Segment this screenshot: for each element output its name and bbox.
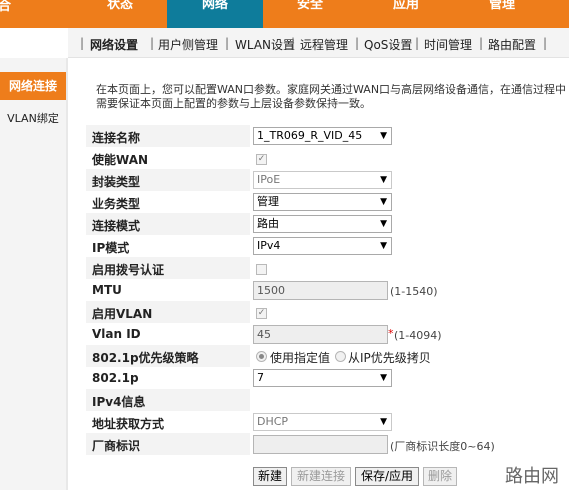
dropdown-arrow-icon: ▼ [380,373,387,383]
service-type-select[interactable]: 管理 ▼ [253,193,392,211]
save-apply-button[interactable]: 保存/应用 [355,467,419,486]
label-conn-mode: 连接模式 [92,219,141,233]
select-value: IPv4 [257,239,281,252]
priority-copy-radio[interactable] [335,351,346,362]
subnav-remote-mgmt[interactable]: 远程管理 [300,36,348,53]
sidebar-item-vlan-binding[interactable]: VLAN绑定 [0,110,66,126]
priority-copy-label: 从IP优先级拷贝 [348,351,431,365]
vlan-id-input[interactable]: 45 [253,325,388,344]
subnav-user-side[interactable]: 用户侧管理 [158,36,218,53]
label-ipv4-info: IPv4信息 [92,395,146,409]
tab-label: 安全 [296,0,323,12]
mtu-hint: (1-1540) [390,285,438,298]
vlan-id-hint: (1-4094) [394,329,442,342]
label-vendor-id: 厂商标识 [92,439,141,453]
select-value: DHCP [257,415,289,428]
value-cell [250,257,569,279]
label-dial-auth: 启用拨号认证 [92,263,165,277]
enable-vlan-checkbox[interactable]: ✓ [256,308,267,319]
subnav-separator: | [291,36,296,50]
label-enable-vlan: 启用VLAN [92,307,153,321]
conn-mode-select[interactable]: 路由 ▼ [253,215,392,233]
label-encap-type: 封装类型 [92,175,141,189]
select-value: 路由 [257,217,279,230]
label-vlan-id: Vlan ID [92,327,141,341]
subnav-separator: | [543,36,548,50]
dropdown-arrow-icon: ▼ [380,417,387,427]
vendor-id-hint: (厂商标识长度0~64) [390,440,495,453]
select-value: 1_TR069_R_VID_45 [257,129,363,142]
subnav-qos[interactable]: QoS设置 [364,36,412,53]
enable-wan-checkbox[interactable]: ✓ [256,154,267,165]
new-connection-button[interactable]: 新建连接 [291,467,351,486]
dial-auth-checkbox[interactable] [256,264,267,275]
dot1p-select[interactable]: 7 ▼ [253,369,392,387]
priority-specified-label: 使用指定值 [270,351,331,365]
subnav-separator: | [225,36,230,50]
tab-status[interactable]: 状态 [72,0,168,28]
label-priority-policy: 802.1p优先级策略 [92,351,199,365]
tab-network[interactable]: 网络 [167,0,263,28]
label-connection-name: 连接名称 [92,131,141,145]
subnav-time-mgmt[interactable]: 时间管理 [424,36,472,53]
subnav-separator: | [80,36,85,50]
tab-management[interactable]: 管理 [454,0,550,28]
brand-logo: 合 [0,0,12,14]
subnav-separator: | [355,36,360,50]
ip-mode-select[interactable]: IPv4 ▼ [253,237,392,255]
delete-button[interactable]: 删除 [423,467,457,486]
label-ip-mode: IP模式 [92,241,130,255]
subnav-route-config[interactable]: 路由配置 [488,36,536,53]
subnav-separator: | [150,36,155,50]
select-value: IPoE [257,173,281,186]
label-service-type: 业务类型 [92,197,141,211]
tab-application[interactable]: 应用 [358,0,454,28]
tab-label: 网络 [201,0,228,12]
label-mtu: MTU [92,283,122,297]
encap-type-select[interactable]: IPoE ▼ [253,171,392,189]
label-addr-method: 地址获取方式 [92,417,165,431]
tab-label: 状态 [106,0,133,12]
connection-name-select[interactable]: 1_TR069_R_VID_45 ▼ [253,127,392,145]
subnav-network-settings[interactable]: 网络设置 [90,36,138,53]
required-mark: * [388,327,394,340]
value-cell [250,389,569,411]
value-cell [250,301,569,323]
dropdown-arrow-icon: ▼ [380,175,387,185]
watermark: 路由网 [505,466,559,487]
dropdown-arrow-icon: ▼ [380,219,387,229]
addr-method-select[interactable]: DHCP ▼ [253,413,392,431]
mtu-input[interactable]: 1500 [253,281,388,300]
sidebar-item-network-connection[interactable]: 网络连接 [0,72,66,100]
subnav-separator: | [479,36,484,50]
label-dot1p: 802.1p [92,371,139,385]
dropdown-arrow-icon: ▼ [380,241,387,251]
dropdown-arrow-icon: ▼ [380,197,387,207]
vendor-id-input[interactable] [253,435,388,454]
subnav-wlan[interactable]: WLAN设置 [235,36,295,53]
tab-label: 管理 [488,0,515,12]
dropdown-arrow-icon: ▼ [380,131,387,141]
page-description: 在本页面上，您可以配置WAN口参数。家庭网关通过WAN口与高层网络设备通信，在通… [96,83,567,110]
tab-label: 应用 [392,0,419,12]
select-value: 管理 [257,195,279,208]
new-button[interactable]: 新建 [253,467,287,486]
value-cell [250,147,569,169]
subnav-separator: | [415,36,420,50]
select-value: 7 [257,371,264,384]
label-enable-wan: 使能WAN [92,153,149,167]
priority-specified-radio[interactable] [256,351,267,362]
tab-security[interactable]: 安全 [262,0,358,28]
